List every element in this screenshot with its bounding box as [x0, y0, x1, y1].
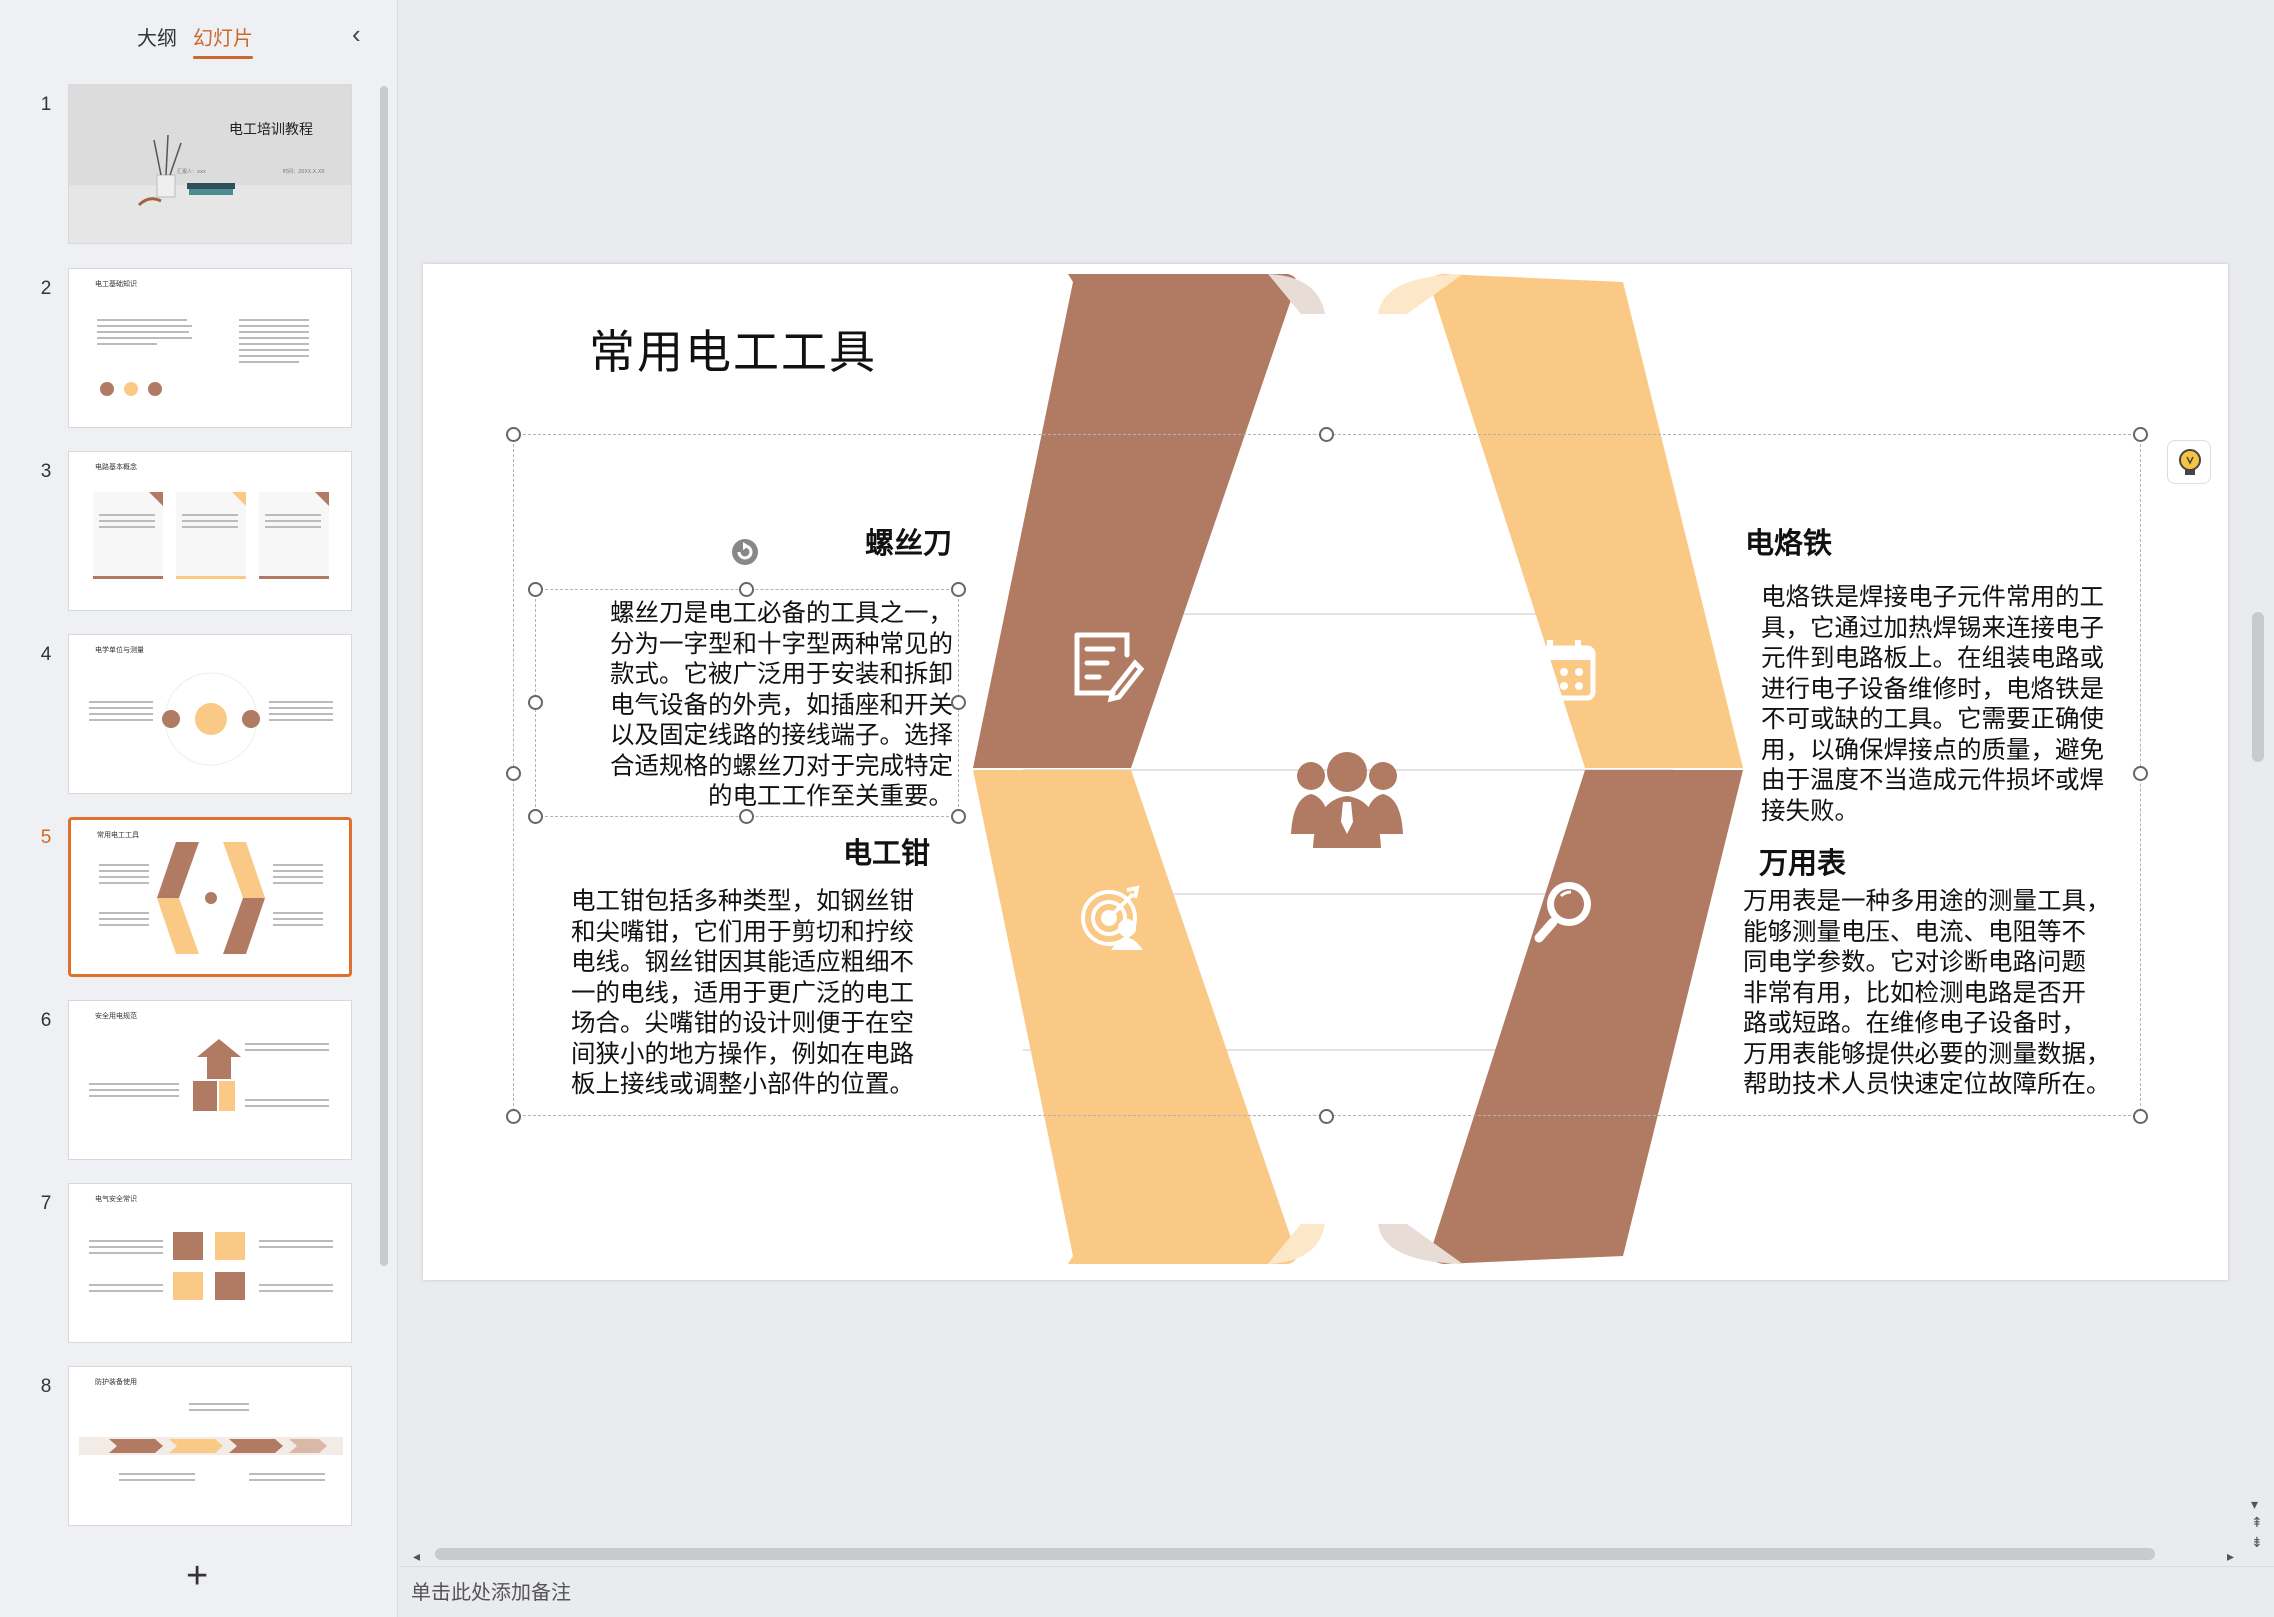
thumbnail-row-8[interactable]: 8 防护装备使用: [0, 1366, 380, 1528]
thumbnail-slide-6[interactable]: 安全用电规范: [68, 1000, 352, 1160]
resize-handle[interactable]: [506, 427, 521, 442]
thumbnail-number: 5: [40, 827, 52, 848]
resize-handle[interactable]: [1319, 1109, 1334, 1124]
resize-handle[interactable]: [528, 809, 543, 824]
thumbnail-row-7[interactable]: 7 电气安全常识: [0, 1183, 380, 1345]
slide-canvas[interactable]: 常用电工工具 螺丝刀 螺丝刀是电工必备的工具之一， 分为一字型和十字型两种常见的…: [423, 264, 2228, 1280]
thumbnail-title: 防护装备使用: [95, 1378, 137, 1386]
thumbnail-5-art: [99, 842, 323, 954]
thumbnail-row-5[interactable]: 5 常用电工工具: [0, 817, 380, 979]
thumbnail-row-6[interactable]: 6 安全用电规范: [0, 1000, 380, 1162]
thumbnail-row-4[interactable]: 4 电学单位与测量: [0, 634, 380, 796]
section-title-multimeter[interactable]: 万用表: [1759, 840, 1846, 882]
thumbnail-number: 2: [40, 278, 52, 299]
notes-divider: [399, 1566, 2274, 1567]
thumbnail-title: 安全用电规范: [95, 1012, 137, 1020]
add-slide-button[interactable]: +: [186, 1556, 208, 1596]
resize-handle[interactable]: [1319, 427, 1334, 442]
thumbnail-1-art: 汇报人：xxx 时间：20XX.X.XX: [69, 85, 351, 243]
resize-handle[interactable]: [506, 1109, 521, 1124]
panel-tabs: 大纲 幻灯片: [0, 22, 398, 62]
thumbnail-slide-8[interactable]: 防护装备使用: [68, 1366, 352, 1526]
thumbnail-number: 1: [40, 94, 52, 115]
svg-text:时间：20XX.X.XX: 时间：20XX.X.XX: [283, 168, 325, 175]
scroll-page-up-icon[interactable]: ⇞: [2251, 1514, 2263, 1531]
thumbnail-slide-3[interactable]: 电路基本概念: [68, 451, 352, 611]
tab-outline[interactable]: 大纲: [137, 22, 177, 51]
resize-handle[interactable]: [739, 582, 754, 597]
resize-handle[interactable]: [2133, 427, 2148, 442]
resize-handle[interactable]: [506, 766, 521, 781]
slide-editor: 常用电工工具 螺丝刀 螺丝刀是电工必备的工具之一， 分为一字型和十字型两种常见的…: [399, 0, 2274, 1617]
horizontal-scrollbar[interactable]: [435, 1548, 2155, 1560]
collapse-panel-icon[interactable]: ‹: [352, 21, 361, 47]
thumbnail-6-art: [89, 1039, 329, 1111]
scroll-right-arrow-icon[interactable]: ▸: [2227, 1548, 2234, 1565]
smart-suggestion-button[interactable]: [2167, 440, 2211, 484]
thumbnail-row-1[interactable]: 1 汇报人：xxx 时间：20XX.X.XX 电工培训教程: [0, 84, 380, 246]
svg-text:汇报人：xxx: 汇报人：xxx: [177, 168, 206, 175]
thumbnail-3-art: [93, 492, 329, 579]
thumbnail-number: 8: [40, 1376, 52, 1397]
thumbnail-slide-1[interactable]: 汇报人：xxx 时间：20XX.X.XX 电工培训教程: [68, 84, 352, 244]
thumbnail-title: 电路基本概念: [95, 463, 137, 471]
thumbnail-row-2[interactable]: 2 电工基础知识: [0, 268, 380, 430]
resize-handle[interactable]: [528, 695, 543, 710]
section-title-screwdriver[interactable]: 螺丝刀: [865, 520, 952, 562]
vertical-scrollbar[interactable]: [2252, 612, 2264, 762]
scroll-up-arrow-icon[interactable]: ▾: [2251, 1496, 2258, 1513]
thumbnail-number: 7: [40, 1193, 52, 1214]
thumbnail-title: 电工基础知识: [95, 280, 137, 288]
thumbnail-row-3[interactable]: 3 电路基本概念: [0, 451, 380, 613]
section-title-soldering-iron[interactable]: 电烙铁: [1745, 520, 1832, 562]
thumbnail-slide-4[interactable]: 电学单位与测量: [68, 634, 352, 794]
thumbnail-title: 电工培训教程: [229, 122, 313, 138]
thumbnail-7-art: [89, 1232, 333, 1300]
rotate-handle-icon[interactable]: [729, 536, 761, 568]
section-body-pliers[interactable]: 电工钳包括多种类型，如钢丝钳 和尖嘴钳，它们用于剪切和拧绞 电线。钢丝钳因其能适…: [571, 886, 961, 1100]
scroll-left-arrow-icon[interactable]: ◂: [413, 1548, 420, 1565]
thumbnail-slide-5[interactable]: 常用电工工具: [68, 817, 352, 977]
thumbnail-title: 常用电工工具: [97, 831, 139, 839]
thumbnail-8-art: [79, 1403, 343, 1481]
thumbnail-slide-2[interactable]: 电工基础知识: [68, 268, 352, 428]
resize-handle[interactable]: [528, 582, 543, 597]
notes-placeholder[interactable]: 单击此处添加备注: [411, 1576, 571, 1605]
scroll-page-down-icon[interactable]: ⇟: [2251, 1534, 2263, 1551]
panel-scrollbar[interactable]: [380, 86, 388, 1266]
slide-panel: 大纲 幻灯片 ‹ 1 汇报人：xxx 时间：20XX.X.XX 电工培训教程 2…: [0, 0, 398, 1617]
thumbnail-number: 3: [40, 461, 52, 482]
section-title-pliers[interactable]: 电工钳: [843, 830, 930, 872]
thumbnail-title: 电学单位与测量: [95, 646, 144, 654]
section-body-soldering-iron[interactable]: 电烙铁是焊接电子元件常用的工 具，它通过加热焊锡来连接电子 元件到电路板上。在组…: [1761, 582, 2141, 826]
tab-slides[interactable]: 幻灯片: [193, 22, 253, 59]
thumbnail-slide-7[interactable]: 电气安全常识: [68, 1183, 352, 1343]
thumbnail-4-art: [89, 672, 333, 766]
thumbnail-2-art: [97, 319, 309, 396]
bulb-icon: [2179, 449, 2201, 475]
section-body-screwdriver[interactable]: 螺丝刀是电工必备的工具之一， 分为一字型和十字型两种常见的 款式。它被广泛用于安…: [563, 598, 953, 812]
resize-handle[interactable]: [951, 809, 966, 824]
section-body-multimeter[interactable]: 万用表是一种多用途的测量工具， 能够测量电压、电流、电阻等不 同电学参数。它对诊…: [1743, 886, 2143, 1100]
resize-handle[interactable]: [2133, 1109, 2148, 1124]
resize-handle[interactable]: [951, 582, 966, 597]
resize-handle[interactable]: [951, 695, 966, 710]
thumbnail-title: 电气安全常识: [95, 1195, 137, 1203]
thumbnail-number: 6: [40, 1010, 52, 1031]
thumbnail-number: 4: [40, 644, 52, 665]
